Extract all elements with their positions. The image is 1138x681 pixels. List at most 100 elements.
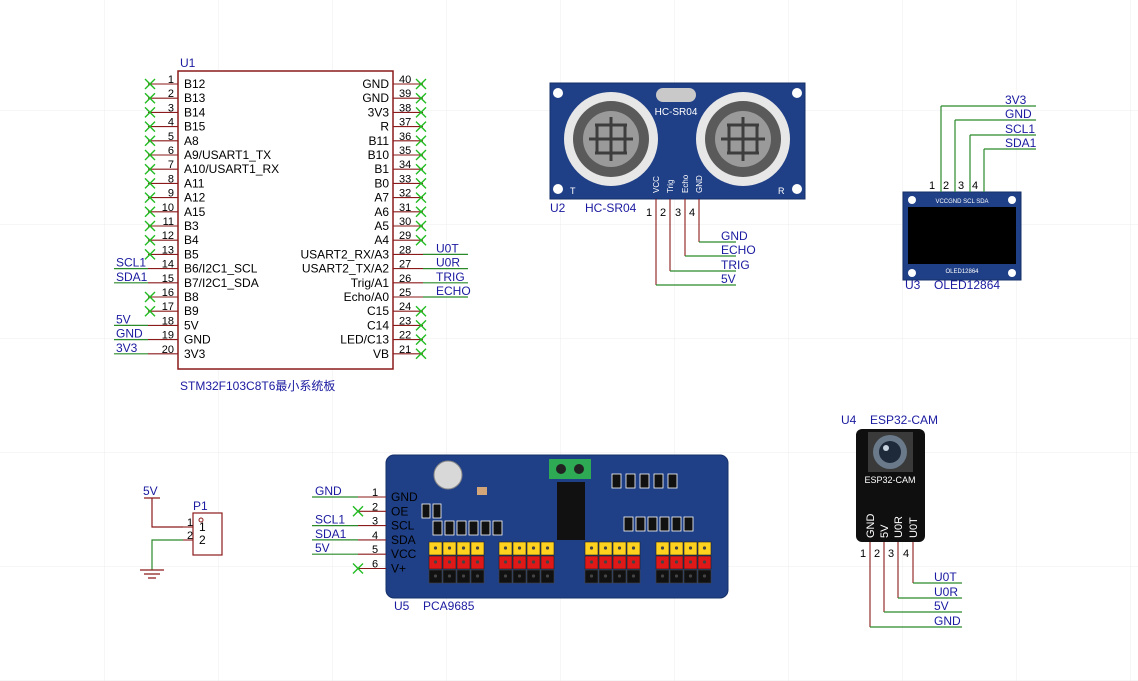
u4-ref: U4 xyxy=(841,413,857,427)
u1-pin-name: GND xyxy=(362,77,389,91)
header-pin-icon xyxy=(503,574,508,578)
camera-lens-icon xyxy=(868,432,913,472)
header-pin-icon xyxy=(433,560,438,564)
u1-pin-number: 19 xyxy=(162,330,174,342)
smd-resistor-icon xyxy=(492,520,503,536)
header-pin-icon xyxy=(475,574,480,578)
u2-pin-number: 4 xyxy=(689,207,695,219)
u1-pin-name: GND xyxy=(184,333,211,347)
header-pin-icon xyxy=(660,560,665,564)
u5-pin-number: 4 xyxy=(372,530,378,542)
u5-pin-name: SCL xyxy=(391,519,415,533)
mount-hole-icon xyxy=(553,88,563,98)
u1-pin-number: 14 xyxy=(162,259,174,271)
net-label: TRIG xyxy=(721,258,750,272)
u1-pin-number: 17 xyxy=(162,301,174,313)
header-pin-icon xyxy=(702,574,707,578)
smd-resistor-icon xyxy=(667,473,678,489)
net-label: TRIG xyxy=(436,270,465,284)
header-pin-icon xyxy=(660,574,665,578)
u4-pin-number: 4 xyxy=(903,548,909,560)
u1-pin-name: B6/I2C1_SCL xyxy=(184,262,258,276)
mount-hole-icon xyxy=(1008,269,1016,277)
u1-pin-number: 25 xyxy=(399,287,411,299)
header-pin-icon xyxy=(475,560,480,564)
u1-pin-number: 32 xyxy=(399,188,411,200)
u3-pin-number: 2 xyxy=(943,180,949,192)
header-pin-icon xyxy=(589,574,594,578)
u5-pin-number: 1 xyxy=(372,487,378,499)
oled-screen xyxy=(908,207,1016,264)
u1-pin-number: 7 xyxy=(168,159,174,171)
u1-pin-name: B13 xyxy=(184,91,206,105)
mount-hole-icon xyxy=(792,184,802,194)
net-label: SDA1 xyxy=(1005,136,1037,150)
u1-pin-number: 13 xyxy=(162,244,174,256)
u4-pin-name: U0T xyxy=(908,517,920,538)
mount-hole-icon xyxy=(1008,196,1016,204)
u1-pin-name: B11 xyxy=(369,134,390,148)
net-label: 5V xyxy=(721,272,736,286)
u2-pin-number: 1 xyxy=(646,207,652,219)
header-pin-icon xyxy=(674,574,679,578)
u4-name: ESP32-CAM xyxy=(870,413,938,427)
p1-net-label: 5V xyxy=(143,484,158,498)
u1-pin-number: 12 xyxy=(162,230,174,242)
header-pin-icon xyxy=(461,546,466,550)
schematic-sheet[interactable]: U1 1 B122 B133 B144 B155 A86 A9/USART1_TX7 A10/… xyxy=(0,0,1138,681)
smd-resistor-icon xyxy=(639,473,650,489)
p1-body xyxy=(192,512,223,556)
schematic-canvas[interactable]: U1 1 B12 2 B13 3 B14 4 B15 5 A8 6 A9/USART1_TX 7 A10/… xyxy=(0,0,1138,681)
smd-resistor-icon xyxy=(468,520,479,536)
smd-resistor-icon xyxy=(611,473,622,489)
header-pin-icon xyxy=(631,560,636,564)
net-label: SDA1 xyxy=(116,270,148,284)
header-pin-icon xyxy=(631,546,636,550)
header-pin-icon xyxy=(617,574,622,578)
u1-pin-name: B9 xyxy=(184,304,199,318)
u2-pin-name: VCC xyxy=(652,176,661,193)
u1-pin-number: 29 xyxy=(399,230,411,242)
u1-pin-name: B0 xyxy=(374,176,389,190)
header-pin-icon xyxy=(617,546,622,550)
net-label: 5V xyxy=(934,599,949,613)
smd-resistor-icon xyxy=(635,516,646,532)
net-label: SCL1 xyxy=(315,513,345,527)
u1-pin-number: 20 xyxy=(162,344,174,356)
u5-pin-name: GND xyxy=(391,490,418,504)
u1-pin-number: 39 xyxy=(399,88,411,100)
header-pin-icon xyxy=(531,574,536,578)
u1-pin-name: A4 xyxy=(374,233,389,247)
u1-pin-number: 35 xyxy=(399,145,411,157)
smd-component-icon xyxy=(477,487,487,495)
capacitor-icon xyxy=(433,460,463,490)
u1-pin-number: 10 xyxy=(162,202,174,214)
smd-resistor-icon xyxy=(480,520,491,536)
u1-pin-number: 2 xyxy=(168,88,174,100)
net-label: 5V xyxy=(315,541,330,555)
smd-resistor-icon xyxy=(444,520,455,536)
header-pin-icon xyxy=(660,546,665,550)
smd-resistor-icon xyxy=(456,520,467,536)
header-pin-icon xyxy=(702,546,707,550)
u1-pin-name: A11 xyxy=(184,176,205,190)
smd-resistor-icon xyxy=(432,503,442,519)
u1-pin-name: B10 xyxy=(368,148,390,162)
screw-terminal-icon xyxy=(574,464,584,474)
smd-resistor-icon xyxy=(671,516,682,532)
u1-pin-name: A7 xyxy=(374,191,389,205)
net-label: 5V xyxy=(116,312,131,326)
u1-pin-name: B4 xyxy=(184,233,199,247)
smd-resistor-icon xyxy=(647,516,658,532)
smd-resistor-icon xyxy=(653,473,664,489)
header-pin-icon xyxy=(688,560,693,564)
u1-pin-name: C14 xyxy=(367,318,389,332)
header-pin-icon xyxy=(589,560,594,564)
smd-resistor-icon xyxy=(683,516,694,532)
u1-pin-name: Echo/A0 xyxy=(344,290,390,304)
mount-hole-icon xyxy=(792,88,802,98)
u1-pin-number: 11 xyxy=(163,216,174,228)
u1-pin-number: 16 xyxy=(162,287,174,299)
ultrasonic-transducer-icon xyxy=(696,92,790,186)
u4-pin-number: 2 xyxy=(874,548,880,560)
